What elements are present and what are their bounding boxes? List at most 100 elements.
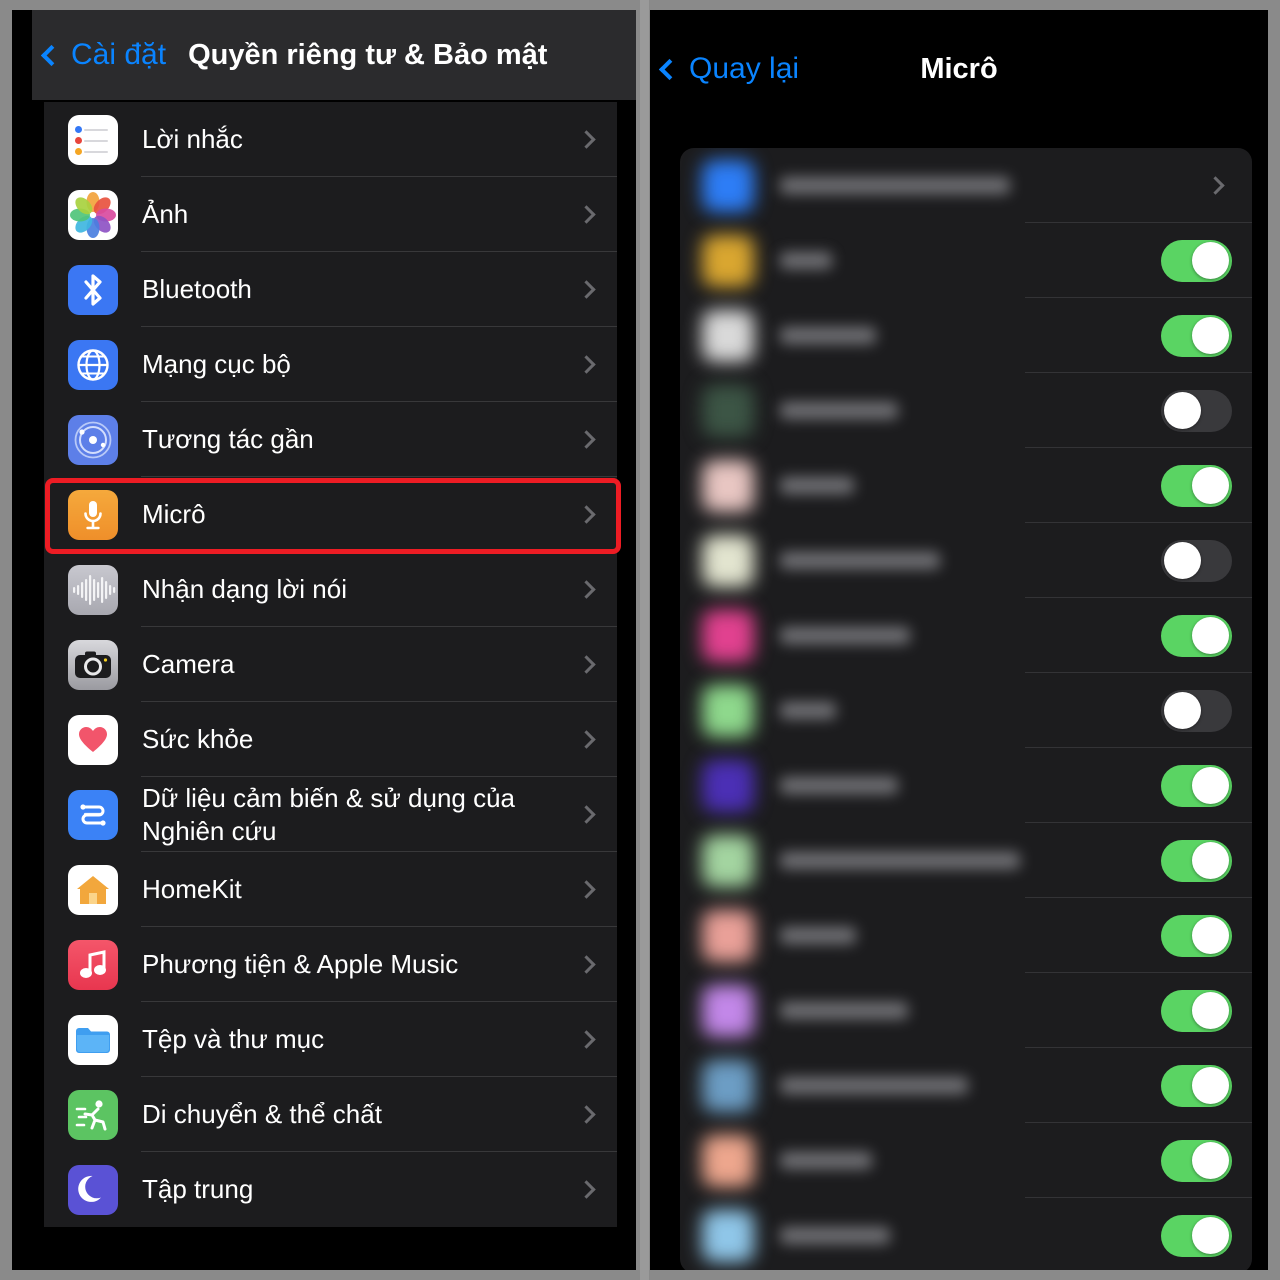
app-icon — [702, 234, 754, 287]
permission-toggle[interactable] — [1161, 539, 1232, 582]
app-permission-row[interactable] — [680, 1198, 1252, 1270]
app-name-label — [780, 252, 832, 269]
chevron-right-icon — [577, 1105, 596, 1124]
permission-toggle[interactable] — [1161, 239, 1232, 282]
waveform-icon — [68, 564, 118, 615]
app-icon — [702, 909, 754, 962]
app-name-label — [780, 777, 898, 794]
settings-row[interactable]: Di chuyển & thể chất — [44, 1077, 617, 1152]
app-permission-row[interactable] — [680, 448, 1252, 523]
right-nav-bar: Quay lại Micrô — [650, 10, 1268, 128]
permission-toggle[interactable] — [1161, 464, 1232, 507]
chevron-right-icon — [577, 955, 596, 974]
app-permission-row[interactable] — [680, 223, 1252, 298]
permission-toggle[interactable] — [1161, 839, 1232, 882]
chevron-right-icon — [1206, 176, 1225, 195]
chevron-left-icon — [40, 44, 63, 67]
app-permission-row[interactable] — [680, 298, 1252, 373]
reminders-icon — [68, 114, 118, 165]
app-name-label — [780, 927, 856, 944]
toggle-knob — [1192, 1217, 1229, 1254]
app-permission-row[interactable] — [680, 1048, 1252, 1123]
settings-row[interactable]: Sức khỏe — [44, 702, 617, 777]
toggle-knob — [1192, 842, 1229, 879]
app-permission-row[interactable] — [680, 973, 1252, 1048]
permission-toggle[interactable] — [1161, 989, 1232, 1032]
app-permission-row[interactable] — [680, 1123, 1252, 1198]
app-permission-row[interactable] — [680, 148, 1252, 223]
settings-row[interactable]: Dữ liệu cảm biến & sử dụng của Nghiên cứ… — [44, 777, 617, 852]
settings-row-label: Tập trung — [142, 1174, 254, 1205]
app-icon — [702, 1209, 754, 1262]
toggle-knob — [1164, 392, 1201, 429]
settings-row-label: Nhận dạng lời nói — [142, 574, 347, 605]
app-permission-row[interactable] — [680, 523, 1252, 598]
app-permission-row[interactable] — [680, 823, 1252, 898]
permission-toggle[interactable] — [1161, 914, 1232, 957]
permission-toggle[interactable] — [1161, 389, 1232, 432]
settings-row[interactable]: Lời nhắc — [44, 102, 617, 177]
camera-icon — [68, 639, 118, 690]
settings-row[interactable]: Tập trung — [44, 1152, 617, 1227]
app-icon — [702, 384, 754, 437]
settings-row-label: Ảnh — [142, 199, 189, 230]
permission-toggle[interactable] — [1161, 764, 1232, 807]
app-icon — [702, 609, 754, 662]
settings-row[interactable]: Tệp và thư mục — [44, 1002, 617, 1077]
chevron-right-icon — [577, 130, 596, 149]
globe-icon — [68, 339, 118, 390]
music-icon — [68, 939, 118, 990]
app-name-label — [780, 1002, 908, 1019]
toggle-knob — [1192, 1142, 1229, 1179]
permission-toggle[interactable] — [1161, 1214, 1232, 1257]
permission-toggle[interactable] — [1161, 614, 1232, 657]
settings-row[interactable]: Micrô — [44, 477, 617, 552]
toggle-knob — [1192, 317, 1229, 354]
permission-toggle[interactable] — [1161, 1139, 1232, 1182]
app-permission-row[interactable] — [680, 898, 1252, 973]
toggle-knob — [1192, 917, 1229, 954]
chevron-right-icon — [577, 1180, 596, 1199]
settings-row[interactable]: Mạng cục bộ — [44, 327, 617, 402]
screenshot-stage: Cài đặt Quyền riêng tư & Bảo mật Lời nhắ… — [0, 0, 1280, 1280]
settings-row[interactable]: Nhận dạng lời nói — [44, 552, 617, 627]
back-button[interactable]: Quay lại — [658, 52, 799, 86]
toggle-knob — [1192, 617, 1229, 654]
settings-row[interactable]: Camera — [44, 627, 617, 702]
permission-toggle[interactable] — [1161, 314, 1232, 357]
settings-row[interactable]: Tương tác gần — [44, 402, 617, 477]
chevron-right-icon — [577, 880, 596, 899]
microphone-app-list — [680, 148, 1252, 1270]
back-to-settings-button[interactable]: Cài đặt — [40, 38, 167, 72]
app-icon — [702, 684, 754, 737]
permission-toggle[interactable] — [1161, 1064, 1232, 1107]
nearby-icon — [68, 414, 118, 465]
app-permission-row[interactable] — [680, 673, 1252, 748]
back-button-label: Cài đặt — [71, 38, 167, 71]
chevron-right-icon — [577, 805, 596, 824]
permission-toggle[interactable] — [1161, 689, 1232, 732]
chevron-right-icon — [577, 430, 596, 449]
app-icon — [702, 534, 754, 587]
app-name-label — [780, 477, 854, 494]
panel-divider — [640, 0, 649, 1280]
app-name-label — [780, 1152, 872, 1169]
toggle-knob — [1192, 1067, 1229, 1104]
settings-row-label: Micrô — [142, 499, 206, 530]
toggle-knob — [1192, 242, 1229, 279]
settings-row[interactable]: Phương tiện & Apple Music — [44, 927, 617, 1002]
settings-row[interactable]: Bluetooth — [44, 252, 617, 327]
app-permission-row[interactable] — [680, 748, 1252, 823]
app-icon — [702, 159, 754, 212]
chevron-right-icon — [577, 655, 596, 674]
app-name-label — [780, 177, 1010, 194]
app-name-label — [780, 627, 910, 644]
settings-row[interactable]: Ảnh — [44, 177, 617, 252]
app-name-label — [780, 702, 836, 719]
privacy-settings-list: Lời nhắc Ảnh Bluetooth Mạng cục bộ Tương tác… — [44, 102, 617, 1227]
app-permission-row[interactable] — [680, 373, 1252, 448]
settings-row[interactable]: HomeKit — [44, 852, 617, 927]
app-name-label — [780, 852, 1020, 869]
app-permission-row[interactable] — [680, 598, 1252, 673]
left-nav-bar: Cài đặt Quyền riêng tư & Bảo mật — [32, 10, 636, 100]
